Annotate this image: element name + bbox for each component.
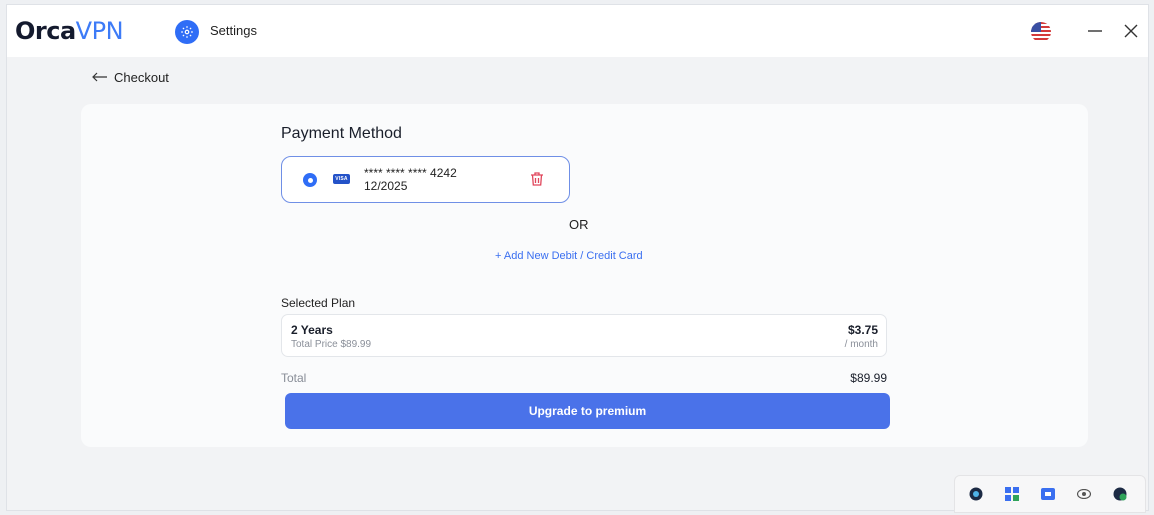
total-value: $89.99 [850, 371, 887, 385]
eye-icon[interactable] [1077, 487, 1091, 501]
arrow-left-icon [92, 69, 108, 85]
radio-selected-icon[interactable] [303, 173, 317, 187]
or-divider: OR [569, 217, 589, 232]
us-flag-icon[interactable] [1031, 22, 1051, 42]
selected-plan-title: Selected Plan [281, 296, 356, 310]
shield-check-icon[interactable] [1113, 487, 1127, 501]
orca-tray-icon[interactable] [969, 487, 983, 501]
plan-per: / month [844, 339, 878, 350]
titlebar: Orca VPN Settings [7, 5, 1148, 57]
system-tray-overflow [954, 475, 1146, 513]
add-card-link[interactable]: + Add New Debit / Credit Card [495, 250, 643, 262]
settings-link[interactable]: Settings [210, 23, 257, 38]
app-window: Orca VPN Settings Checkout Payment Method… [6, 4, 1149, 511]
payment-method-title: Payment Method [281, 125, 402, 142]
card-number: **** **** **** 4242 [364, 166, 457, 180]
minimize-icon[interactable] [1083, 19, 1107, 43]
plan-name: 2 Years [291, 323, 333, 337]
window-icon[interactable] [1041, 487, 1055, 501]
apps-grid-icon[interactable] [1005, 487, 1019, 501]
total-label: Total [281, 371, 307, 385]
back-to-checkout[interactable]: Checkout [92, 69, 169, 85]
visa-icon: VISA [333, 174, 350, 184]
checkout-card: Payment Method VISA **** **** **** 4242 … [81, 104, 1088, 447]
back-label: Checkout [114, 69, 169, 85]
upgrade-button[interactable]: Upgrade to premium [285, 393, 890, 429]
saved-card-option[interactable]: VISA **** **** **** 4242 12/2025 [281, 156, 570, 203]
close-icon[interactable] [1119, 19, 1143, 43]
plan-total-price: Total Price $89.99 [291, 339, 372, 350]
trash-icon[interactable] [528, 170, 546, 188]
gear-icon[interactable] [175, 20, 199, 44]
orcavpn-logo: Orca VPN [15, 16, 124, 46]
card-expiry: 12/2025 [364, 179, 408, 193]
logo-vpn-text: VPN [75, 17, 124, 45]
plan-price: $3.75 [847, 323, 878, 337]
logo-orca-text: Orca [15, 17, 76, 45]
selected-plan-box: 2 Years Total Price $89.99 $3.75 / month [281, 314, 887, 357]
